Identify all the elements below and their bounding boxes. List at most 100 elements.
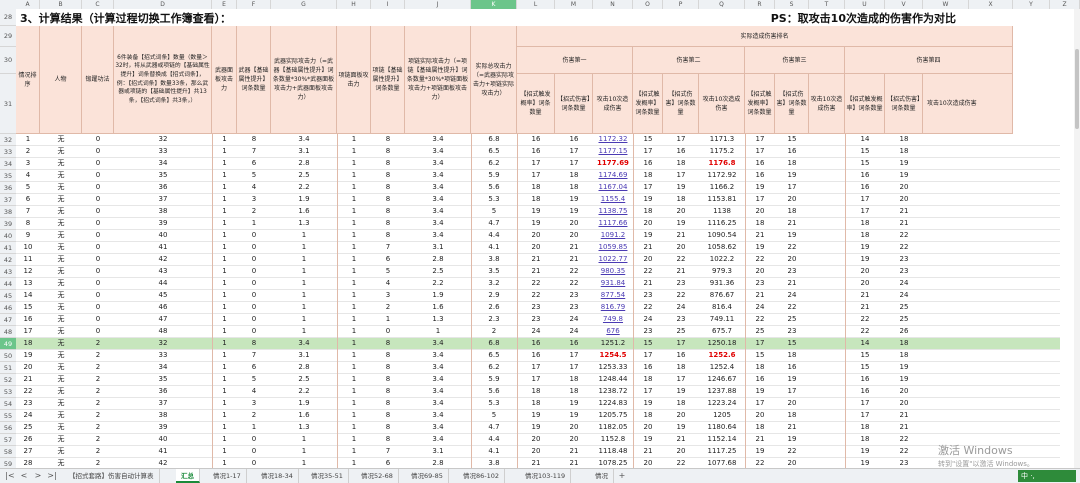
cell-k[interactable]: 2 [471,326,517,337]
cell-h[interactable]: 1 [337,338,371,349]
cell-a[interactable]: 3 [16,158,40,169]
cell-u[interactable]: 15 [845,146,885,157]
column-header-s[interactable]: S [775,0,809,9]
cell-h[interactable]: 1 [337,278,371,289]
cell-c[interactable]: 2 [82,422,114,433]
cell-d[interactable]: 37 [114,194,212,205]
cell-b[interactable]: 无 [40,194,82,205]
cell-b[interactable]: 无 [40,350,82,361]
cell-i[interactable]: 6 [371,254,405,265]
cell-h[interactable]: 1 [337,206,371,217]
cell-i[interactable]: 7 [371,446,405,457]
cell-g[interactable]: 1.6 [271,410,337,421]
cell-h[interactable]: 1 [337,134,371,145]
cell-d[interactable]: 44 [114,278,212,289]
cell-b[interactable]: 无 [40,278,82,289]
cell-k[interactable]: 4.1 [471,242,517,253]
cell-h[interactable]: 1 [337,434,371,445]
cell-f[interactable]: 2 [237,206,271,217]
cell-e[interactable]: 1 [212,158,237,169]
cell-l[interactable]: 23 [517,302,555,313]
cell-u[interactable]: 19 [845,242,885,253]
cell-o[interactable]: 19 [633,434,663,445]
cell-v[interactable]: 18 [885,338,923,349]
cell-a[interactable]: 14 [16,290,40,301]
cell-m[interactable]: 16 [555,134,593,145]
header-equipment-count[interactable]: 6件装备【招式词条】数量（数量＞32时，将从武器或项链的【基础属性提升】词条替换… [114,26,212,134]
cell-c[interactable]: 2 [82,398,114,409]
cell-a[interactable]: 11 [16,254,40,265]
cell-r[interactable]: 18 [745,218,775,229]
column-header-x[interactable]: X [969,0,1013,9]
cell-f[interactable]: 0 [237,434,271,445]
cell-r[interactable]: 21 [745,230,775,241]
first-sheet-button[interactable]: |< [4,469,16,483]
cell-o[interactable]: 18 [633,206,663,217]
cell-u[interactable]: 22 [845,326,885,337]
cell-j[interactable]: 3.4 [405,350,471,361]
cell-l[interactable]: 18 [517,194,555,205]
row-header[interactable]: 39 [0,218,16,230]
cell-p[interactable]: 17 [663,134,699,145]
cell-l[interactable]: 17 [517,158,555,169]
cell-s[interactable]: 21 [775,422,809,433]
cell-i[interactable]: 8 [371,170,405,181]
cell-h[interactable]: 1 [337,422,371,433]
cell-s[interactable]: 18 [775,206,809,217]
cell-p[interactable]: 18 [663,194,699,205]
cell-p[interactable]: 19 [663,218,699,229]
cell-u[interactable]: 17 [845,194,885,205]
cell-a[interactable]: 10 [16,242,40,253]
cell-k[interactable]: 4.7 [471,422,517,433]
cell-r[interactable]: 19 [745,446,775,457]
cell-p[interactable]: 22 [663,458,699,468]
cell-r[interactable]: 24 [745,302,775,313]
cell-l[interactable]: 22 [517,290,555,301]
column-header-g[interactable]: G [271,0,337,9]
column-header-m[interactable]: M [555,0,593,9]
row-header-r28[interactable]: 28 [0,9,16,26]
cell-l[interactable]: 20 [517,242,555,253]
cell-l[interactable]: 19 [517,410,555,421]
cell-g[interactable]: 1.3 [271,422,337,433]
column-header-v[interactable]: V [885,0,923,9]
cell-p[interactable]: 25 [663,326,699,337]
cell-i[interactable]: 8 [371,218,405,229]
cell-c[interactable]: 0 [82,194,114,205]
cell-a[interactable]: 27 [16,446,40,457]
cell-a[interactable]: 8 [16,218,40,229]
cell-l[interactable]: 17 [517,362,555,373]
row-header[interactable]: 41 [0,242,16,254]
cell-e[interactable]: 1 [212,254,237,265]
cell-e[interactable]: 1 [212,398,237,409]
cell-m[interactable]: 18 [555,182,593,193]
cell-k[interactable]: 2.3 [471,314,517,325]
cell-q[interactable]: 1166.2 [699,182,745,193]
header-rank-3[interactable]: 伤害第三 [745,47,845,74]
cell-d[interactable]: 38 [114,206,212,217]
column-header-p[interactable]: P [663,0,699,9]
cell-e[interactable]: 1 [212,242,237,253]
cell-c[interactable]: 0 [82,230,114,241]
header-weapon-panel-attack[interactable]: 武器面板攻击力 [212,26,237,134]
column-header-n[interactable]: N [593,0,633,9]
cell-n[interactable]: 1254.5 [593,350,633,361]
cell-i[interactable]: 1 [371,314,405,325]
cell-m[interactable]: 21 [555,254,593,265]
cell-s[interactable]: 15 [775,338,809,349]
cell-i[interactable]: 8 [371,350,405,361]
cell-o[interactable]: 18 [633,170,663,181]
cell-a[interactable]: 19 [16,350,40,361]
cell-f[interactable]: 7 [237,146,271,157]
cell-g[interactable]: 2.2 [271,182,337,193]
cell-o[interactable]: 17 [633,350,663,361]
cell-s[interactable]: 25 [775,314,809,325]
cell-k[interactable]: 5.9 [471,170,517,181]
cell-m[interactable]: 19 [555,194,593,205]
cell-g[interactable]: 1 [271,290,337,301]
cell-g[interactable]: 1 [271,326,337,337]
column-header-l[interactable]: L [517,0,555,9]
cell-i[interactable]: 8 [371,374,405,385]
cell-v[interactable]: 19 [885,158,923,169]
cell-l[interactable]: 18 [517,386,555,397]
